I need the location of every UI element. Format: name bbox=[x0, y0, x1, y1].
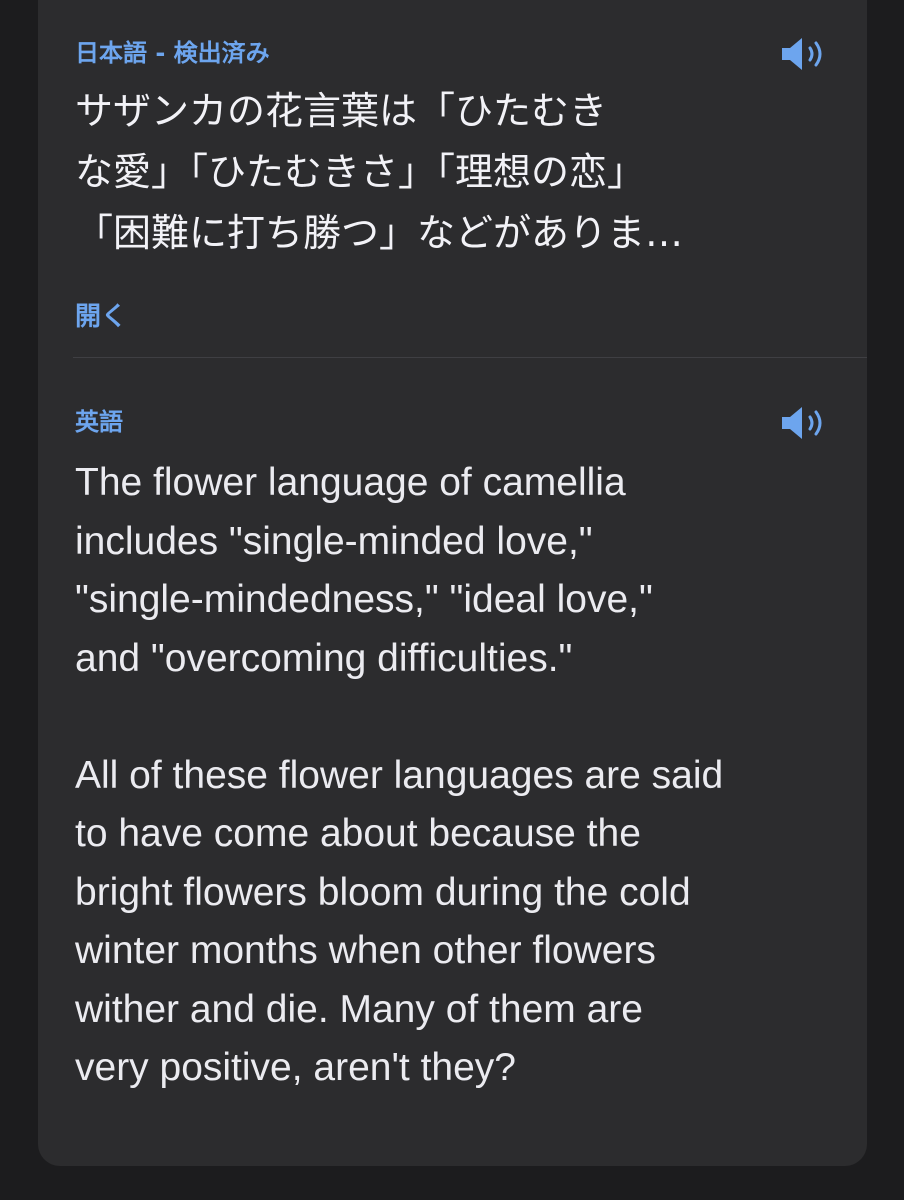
translated-text-line: The flower language of camellia bbox=[75, 461, 626, 504]
source-text-line: 「困難に打ち勝つ」などがありま… bbox=[75, 211, 684, 255]
target-section: 英語 The flower language of camellia inclu… bbox=[75, 358, 827, 1138]
source-text-line: サザンカの花言葉は「ひたむき bbox=[75, 89, 608, 133]
source-section: 日本語 - 検出済み サザンカの花言葉は「ひたむき な愛」「ひたむきさ」「理想の… bbox=[75, 0, 827, 360]
translated-text-line: bright flowers bloom during the cold bbox=[75, 870, 691, 914]
translated-text-line: "single-mindedness," "ideal love," bbox=[75, 578, 653, 621]
target-speaker-button[interactable] bbox=[779, 403, 827, 443]
translated-text-line: to have come about because the bbox=[75, 812, 641, 855]
source-text: サザンカの花言葉は「ひたむき な愛」「ひたむきさ」「理想の恋」 「困難に打ち勝つ… bbox=[75, 81, 683, 264]
translated-paragraph: The flower language of camellia includes… bbox=[75, 454, 723, 688]
translated-text-line: and "overcoming difficulties." bbox=[75, 636, 573, 680]
translated-text-line: includes "single-minded love," bbox=[75, 519, 593, 563]
source-language-label[interactable]: 日本語 - 検出済み bbox=[75, 38, 270, 68]
speaker-icon bbox=[782, 38, 822, 70]
translated-text: The flower language of camellia includes… bbox=[75, 454, 723, 1098]
target-language-label[interactable]: 英語 bbox=[75, 407, 123, 437]
translated-text-line: winter months when other flowers bbox=[75, 929, 656, 972]
translated-text-line: All of these flower languages are said bbox=[75, 753, 724, 797]
expand-link[interactable]: 開く bbox=[75, 301, 127, 333]
source-speaker-button[interactable] bbox=[779, 34, 827, 74]
translated-text-line: very positive, aren't they? bbox=[75, 1046, 516, 1089]
translated-text-line: wither and die. Many of them are bbox=[75, 987, 643, 1031]
translation-card: 日本語 - 検出済み サザンカの花言葉は「ひたむき な愛」「ひたむきさ」「理想の… bbox=[38, 0, 867, 1166]
source-text-line: な愛」「ひたむきさ」「理想の恋」 bbox=[75, 150, 646, 194]
translated-paragraph: All of these flower languages are said t… bbox=[75, 747, 723, 1098]
speaker-icon bbox=[782, 407, 822, 439]
